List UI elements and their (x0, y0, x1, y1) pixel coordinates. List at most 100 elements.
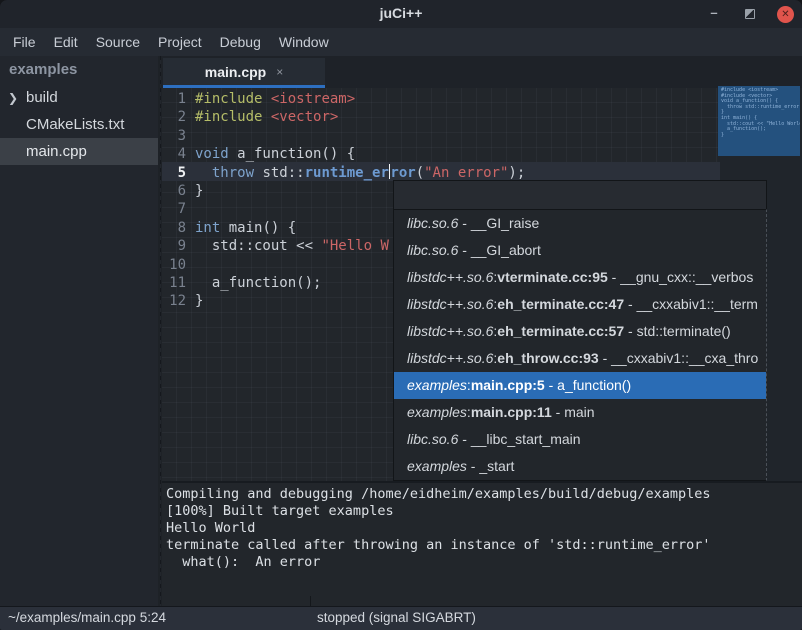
menu-item-project[interactable]: Project (149, 30, 211, 54)
line-number: 9 (162, 237, 186, 255)
terminal-line: terminate called after throwing an insta… (166, 537, 802, 554)
token: runtime_er (305, 165, 389, 181)
stack-frame-row[interactable]: libstdc++.so.6:eh_terminate.cc:47 - __cx… (394, 291, 766, 318)
menu-item-file[interactable]: File (4, 30, 45, 54)
menu-item-edit[interactable]: Edit (45, 30, 87, 54)
stack-frame-row[interactable]: examples - _start (394, 453, 766, 480)
line-number: 6 (162, 182, 186, 200)
menu-item-source[interactable]: Source (87, 30, 149, 54)
code-line-4[interactable]: 4void a_function() { (162, 145, 525, 163)
token: ); (508, 165, 525, 181)
stack-frame-row[interactable]: libc.so.6 - __libc_start_main (394, 426, 766, 453)
token: ror (390, 165, 415, 181)
token: a_function(); (195, 275, 321, 291)
frame-file-line: eh_terminate.cc:57 (497, 323, 624, 339)
terminal-output[interactable]: Compiling and debugging /home/eidheim/ex… (162, 483, 802, 606)
token: std:: (254, 165, 305, 181)
tab-main-cpp[interactable]: main.cpp × (163, 58, 325, 85)
sidebar-item-build[interactable]: ❯build (0, 84, 158, 111)
token: ( (416, 165, 424, 181)
window-title: juCi++ (0, 5, 802, 21)
token: main() { (220, 220, 296, 236)
token: std::cout << (195, 238, 321, 254)
frame-separator: - (624, 323, 636, 339)
menu-item-window[interactable]: Window (270, 30, 338, 54)
chevron-right-icon[interactable]: ❯ (0, 85, 26, 112)
menubar: FileEditSourceProjectDebugWindow (0, 28, 802, 56)
source-preview-popup: #include <iostream>#include <vector>void… (718, 86, 800, 156)
minimize-icon[interactable]: – (705, 3, 723, 25)
terminal-line: Hello World (166, 520, 802, 537)
code-text: } (195, 293, 203, 309)
tab-close-icon[interactable]: × (276, 65, 283, 79)
frame-file-line: main.cpp:11 (471, 404, 552, 420)
line-number: 11 (162, 274, 186, 292)
token (262, 109, 270, 125)
frame-separator: - (624, 296, 636, 312)
code-line-3[interactable]: 3 (162, 127, 525, 145)
stack-frame-row[interactable]: libc.so.6 - __GI_raise (394, 210, 766, 237)
stack-frame-row[interactable]: libc.so.6 - __GI_abort (394, 237, 766, 264)
code-text: void a_function() { (195, 146, 355, 162)
sidebar-item-label: main.cpp (0, 143, 87, 160)
sidebar-item-label: build (26, 89, 58, 106)
sidebar-item-label: CMakeLists.txt (0, 116, 124, 133)
sidebar-item-main-cpp[interactable]: main.cpp (0, 138, 158, 165)
token (195, 165, 212, 181)
paned-handle[interactable] (310, 596, 311, 606)
token: int (195, 220, 220, 236)
titlebar: juCi++ – ✕ (0, 0, 802, 28)
frame-file-line: main.cpp:5 (471, 377, 545, 393)
line-number: 12 (162, 292, 186, 310)
frame-function: __gnu_cxx::__verbos (620, 269, 753, 285)
frame-library: libc.so.6 (407, 215, 458, 231)
stack-trace-search-input[interactable] (393, 180, 767, 209)
frame-library: libstdc++.so.6 (407, 350, 493, 366)
project-tree-header: examples (0, 56, 158, 84)
frame-function: __cxxabiv1::__cxa_thro (611, 350, 758, 366)
frame-library: libstdc++.so.6 (407, 323, 493, 339)
code-line-2[interactable]: 2#include <vector> (162, 108, 525, 126)
line-number: 1 (162, 90, 186, 108)
stack-frame-row[interactable]: libstdc++.so.6:eh_terminate.cc:57 - std:… (394, 318, 766, 345)
terminal-line: [100%] Built target examples (166, 503, 802, 520)
frame-separator: - (599, 350, 611, 366)
token: void (195, 146, 229, 162)
token: #include (195, 91, 262, 107)
token: "An error" (424, 165, 508, 181)
frame-function: __GI_raise (471, 215, 539, 231)
menu-item-debug[interactable]: Debug (211, 30, 270, 54)
frame-function: __cxxabiv1::__term (637, 296, 758, 312)
frame-function: _start (479, 458, 514, 474)
frame-library: examples (407, 404, 467, 420)
code-line-1[interactable]: 1#include <iostream> (162, 90, 525, 108)
restore-icon[interactable] (741, 5, 759, 23)
terminal-line: what(): An error (166, 554, 802, 571)
frame-library: libstdc++.so.6 (407, 269, 493, 285)
stack-frame-row[interactable]: examples:main.cpp:11 - main (394, 399, 766, 426)
sidebar-item-cmakelists-txt[interactable]: CMakeLists.txt (0, 111, 158, 138)
token: } (195, 183, 203, 199)
frame-separator: - (467, 458, 479, 474)
frame-separator: - (545, 377, 557, 393)
line-number: 8 (162, 219, 186, 237)
code-text: a_function(); (195, 275, 321, 291)
tab-label: main.cpp (205, 64, 266, 80)
line-number: 2 (162, 108, 186, 126)
frame-function: __libc_start_main (471, 431, 581, 447)
frame-separator: - (458, 215, 470, 231)
stack-frame-row[interactable]: libstdc++.so.6:eh_throw.cc:93 - __cxxabi… (394, 345, 766, 372)
frame-function: a_function() (557, 377, 631, 393)
stack-trace-list: libc.so.6 - __GI_raiselibc.so.6 - __GI_a… (393, 209, 767, 481)
tabbar: main.cpp × (162, 56, 802, 88)
stack-trace-popup: libc.so.6 - __GI_raiselibc.so.6 - __GI_a… (393, 180, 767, 481)
stack-frame-row[interactable]: examples:main.cpp:5 - a_function() (394, 372, 766, 399)
close-icon[interactable]: ✕ (777, 6, 794, 23)
frame-file-line: vterminate.cc:95 (497, 269, 608, 285)
code-text: } (195, 183, 203, 199)
frame-library: libc.so.6 (407, 242, 458, 258)
statusbar-debug-status: stopped (signal SIGABRT) (317, 610, 476, 625)
line-number: 5 (162, 164, 186, 182)
stack-frame-row[interactable]: libstdc++.so.6:vterminate.cc:95 - __gnu_… (394, 264, 766, 291)
frame-file-line: eh_throw.cc:93 (497, 350, 598, 366)
